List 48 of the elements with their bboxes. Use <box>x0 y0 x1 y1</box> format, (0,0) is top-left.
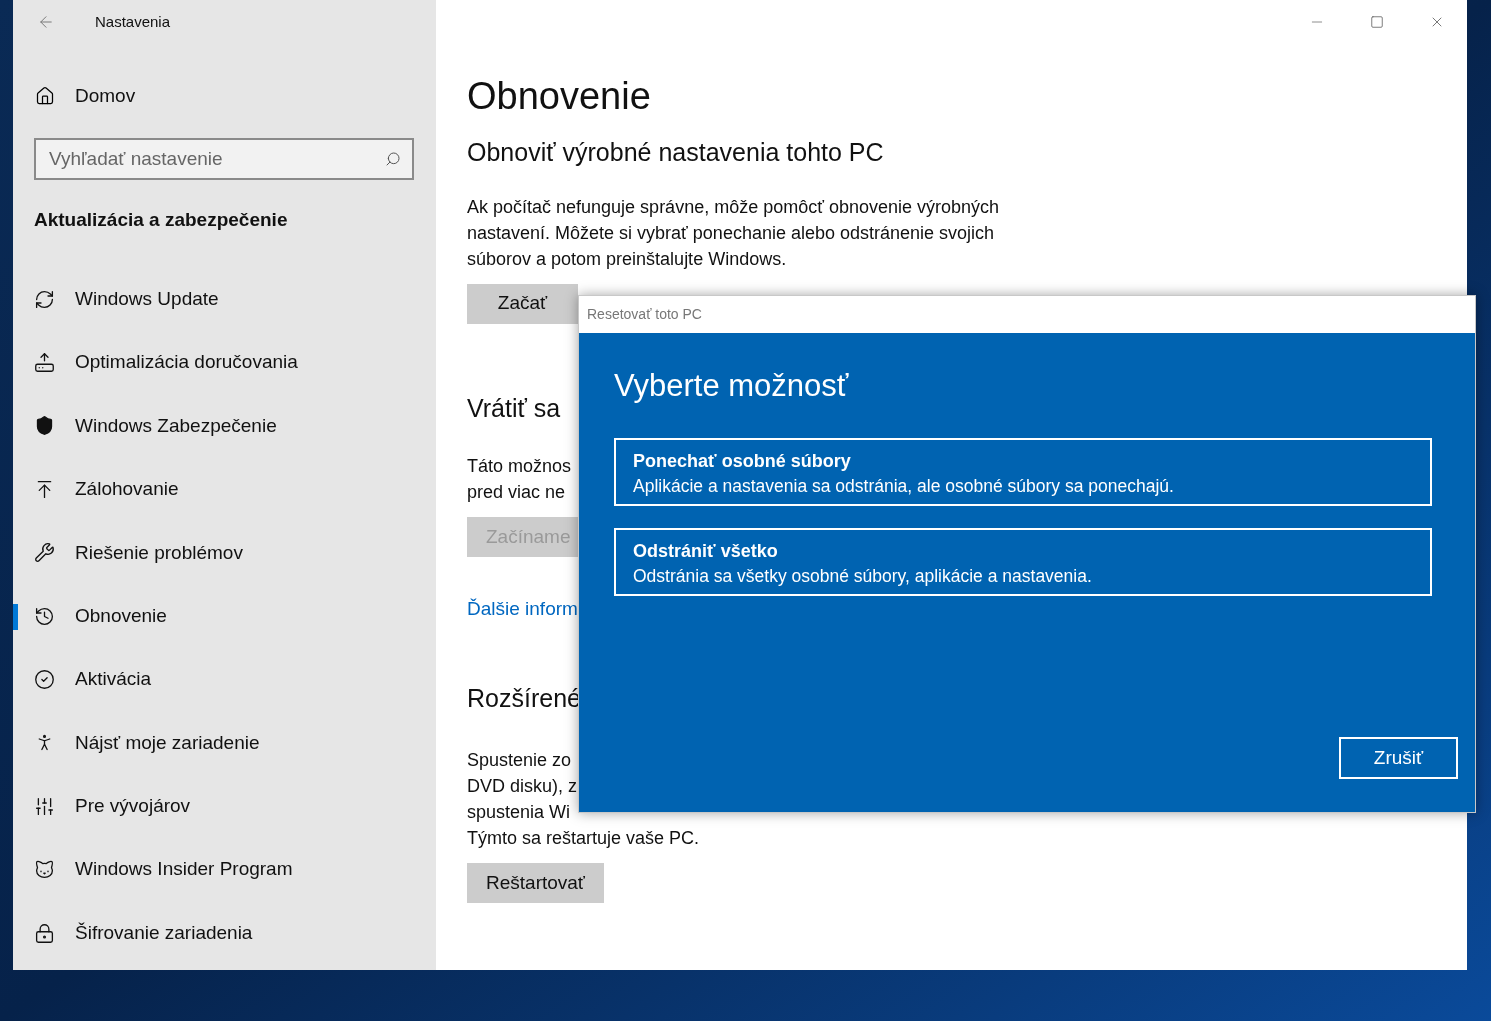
sidebar-item[interactable]: Šifrovanie zariadenia <box>13 901 436 965</box>
description-text: Táto možnos <box>467 455 572 478</box>
sidebar-item[interactable]: Windows Insider Program <box>13 838 436 902</box>
description-text: spustenia Wi <box>467 801 571 824</box>
action-button[interactable]: Začať <box>467 283 578 324</box>
description-text: súborov a potom preinštalujte Windows. <box>467 247 787 271</box>
action-button[interactable]: Reštartovať <box>467 863 604 903</box>
description-text: nastavení. Môžete si vybrať ponechanie alebo odstránenie svojich <box>467 221 995 245</box>
window-title: Nastavenia <box>95 11 171 32</box>
description-text: Spustenie zo <box>467 749 572 772</box>
shield-icon <box>34 415 55 437</box>
section-heading: Obnoviť výrobné nastavenia tohto PC <box>467 137 885 168</box>
search-field[interactable]: Vyhľadať nastavenie <box>34 138 414 180</box>
sidebar-item[interactable]: Windows Update <box>13 267 436 331</box>
more-info-link[interactable]: Ďalšie inform <box>467 595 577 624</box>
sidebar-item[interactable]: Optimalizácia doručovania <box>13 330 436 395</box>
description-text: Ak počítač nefunguje správne, môže pomôcť obnovenie výrobných <box>467 195 1000 219</box>
sidebar-item[interactable]: Riešenie problémov <box>13 521 436 585</box>
wrench-icon <box>34 542 55 564</box>
sliders-icon <box>34 795 55 817</box>
refresh-icon <box>34 288 55 310</box>
section-heading: Rozšírené <box>467 682 582 714</box>
cancel-button[interactable]: Zrušiť <box>1339 737 1458 779</box>
home-link[interactable]: Domov <box>35 76 436 116</box>
option-button[interactable]: Ponechať osobné súbory Aplikácie a nastavenia sa odstránia, ale osobné súbory sa ponechajú. <box>614 437 1432 506</box>
check-circle-icon <box>34 669 55 691</box>
sidebar-item[interactable]: Windows Zabezpečenie <box>13 394 436 458</box>
description-text: Týmto sa reštartuje vaše PC. <box>467 827 700 850</box>
sidebar-item[interactable]: Zálohovanie <box>13 457 436 522</box>
history-icon <box>34 605 55 627</box>
description-text: pred viac ne <box>467 481 567 504</box>
cat-icon <box>34 859 55 881</box>
dialog-title: Resetovať toto PC <box>587 305 702 324</box>
sidebar-item[interactable]: Nájsť moje zariadenie <box>13 711 436 775</box>
selection-indicator <box>13 604 18 631</box>
sidebar-item[interactable]: Pre vývojárov <box>13 774 436 838</box>
page-title: Obnovenie <box>467 74 652 119</box>
upload-icon <box>34 352 55 374</box>
home-icon <box>35 86 55 106</box>
sidebar-item[interactable]: Aktivácia <box>13 647 436 712</box>
option-button[interactable]: Odstrániť všetko Odstránia sa všetky osobné súbory, aplikácie a nastavenia. <box>614 527 1432 596</box>
dialog-heading: Vyberte možnosť <box>614 367 850 405</box>
section-heading: Vrátiť sa <box>467 392 562 424</box>
search-icon <box>385 151 401 167</box>
back-icon[interactable] <box>37 13 55 31</box>
description-text: DVD disku), z <box>467 775 578 798</box>
section-heading: Aktualizácia a zabezpečenie <box>34 208 289 232</box>
lock-icon <box>34 922 55 944</box>
